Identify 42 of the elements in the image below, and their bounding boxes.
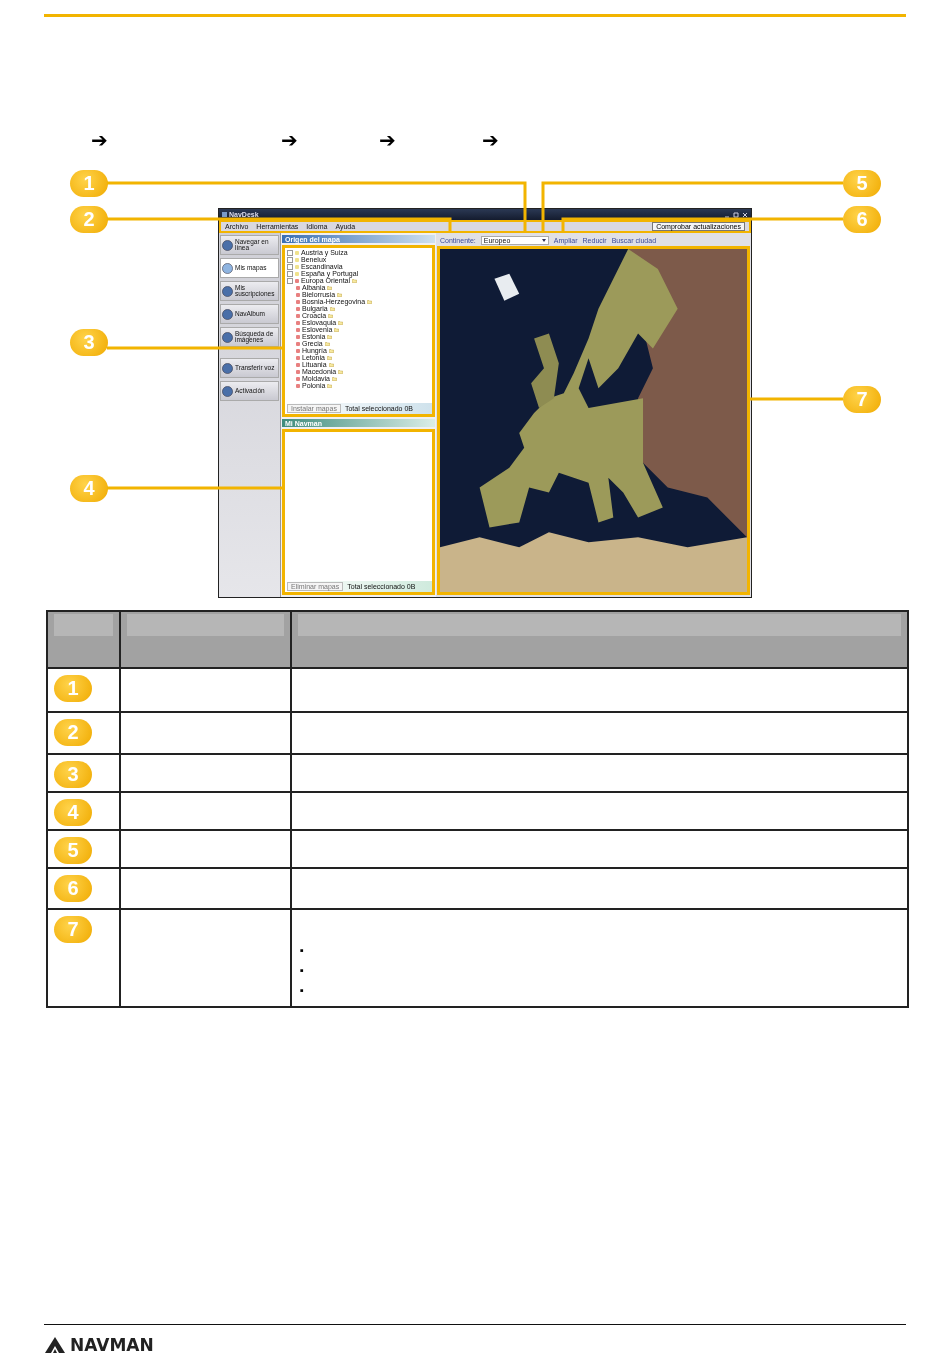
disc-icon bbox=[222, 239, 233, 251]
caret-icon bbox=[541, 239, 546, 242]
checkbox[interactable] bbox=[287, 277, 293, 284]
disc-icon bbox=[222, 285, 233, 297]
number-badge: 5 bbox=[54, 837, 92, 864]
number-badge: 2 bbox=[54, 719, 92, 746]
number-badge: 4 bbox=[70, 475, 108, 502]
disc-icon bbox=[222, 362, 233, 374]
disc-icon bbox=[222, 331, 233, 343]
number-badge: 6 bbox=[54, 875, 92, 902]
logo-icon bbox=[44, 1336, 66, 1354]
arrow-glyph: ➔ bbox=[91, 128, 108, 152]
disc-icon bbox=[222, 262, 233, 274]
checkbox[interactable] bbox=[287, 270, 293, 277]
arrow-glyph: ➔ bbox=[379, 128, 396, 152]
disc-icon bbox=[222, 385, 233, 397]
bullet-glyph: ▪ bbox=[300, 963, 305, 978]
app-icon bbox=[222, 212, 227, 217]
checkbox[interactable] bbox=[287, 263, 293, 270]
disc-icon bbox=[222, 308, 233, 320]
maximize-icon[interactable] bbox=[733, 211, 739, 218]
folder-icon bbox=[367, 299, 373, 304]
number-badge: 2 bbox=[70, 206, 108, 233]
number-badge: 3 bbox=[70, 329, 108, 356]
number-badge: 7 bbox=[54, 916, 92, 943]
number-badge: 1 bbox=[70, 170, 108, 197]
bullet-glyph: ▪ bbox=[300, 943, 305, 958]
number-badge: 7 bbox=[843, 386, 881, 413]
folder-icon bbox=[352, 278, 358, 283]
checkbox[interactable] bbox=[287, 249, 293, 256]
number-badge: 4 bbox=[54, 799, 92, 826]
arrow-glyph: ➔ bbox=[281, 128, 298, 152]
number-badge: 5 bbox=[843, 170, 881, 197]
arrow-glyph: ➔ bbox=[482, 128, 499, 152]
close-icon[interactable] bbox=[742, 211, 748, 218]
number-badge: 6 bbox=[843, 206, 881, 233]
map-drawing[interactable] bbox=[440, 249, 747, 592]
bullet-glyph: ▪ bbox=[300, 983, 305, 998]
number-badge: 1 bbox=[54, 675, 92, 702]
brand-name: NAVMAN bbox=[70, 1335, 154, 1355]
checkbox[interactable] bbox=[287, 256, 293, 263]
number-badge: 3 bbox=[54, 761, 92, 788]
